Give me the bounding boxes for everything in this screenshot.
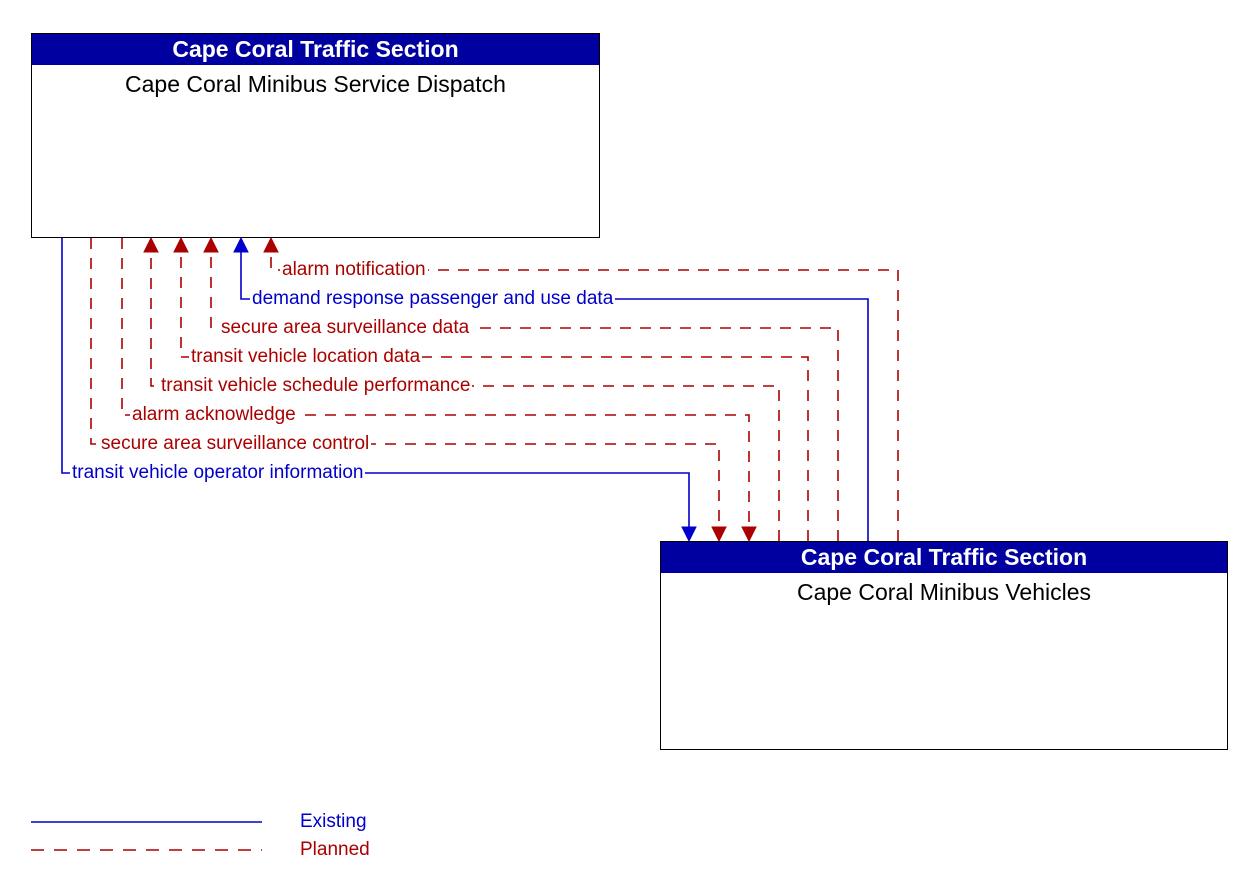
entity-stakeholder-destination: Cape Coral Traffic Section xyxy=(661,542,1227,573)
legend-label-existing: Existing xyxy=(300,811,367,832)
flow-label-1: demand response passenger and use data xyxy=(250,288,616,309)
flow-label-6: secure area surveillance control xyxy=(99,433,372,454)
legend-label-planned: Planned xyxy=(300,839,370,860)
flow-label-2: secure area surveillance data xyxy=(219,317,472,338)
entity-box-destination[interactable]: Cape Coral Traffic Section Cape Coral Min… xyxy=(660,541,1228,750)
entity-name-source: Cape Coral Minibus Service Dispatch xyxy=(125,71,506,97)
flow-label-7: transit vehicle operator information xyxy=(70,462,366,483)
entity-stakeholder-source: Cape Coral Traffic Section xyxy=(32,34,599,65)
diagram-canvas: Cape Coral Traffic Section Cape Coral Min… xyxy=(0,0,1252,896)
flow-label-3: transit vehicle location data xyxy=(189,346,423,367)
flow-label-4: transit vehicle schedule performance xyxy=(159,375,473,396)
flow-label-5: alarm acknowledge xyxy=(130,404,298,425)
entity-name-destination: Cape Coral Minibus Vehicles xyxy=(796,579,1092,605)
entity-box-source[interactable]: Cape Coral Traffic Section Cape Coral Min… xyxy=(31,33,600,238)
flow-label-0: alarm notification xyxy=(280,259,428,280)
